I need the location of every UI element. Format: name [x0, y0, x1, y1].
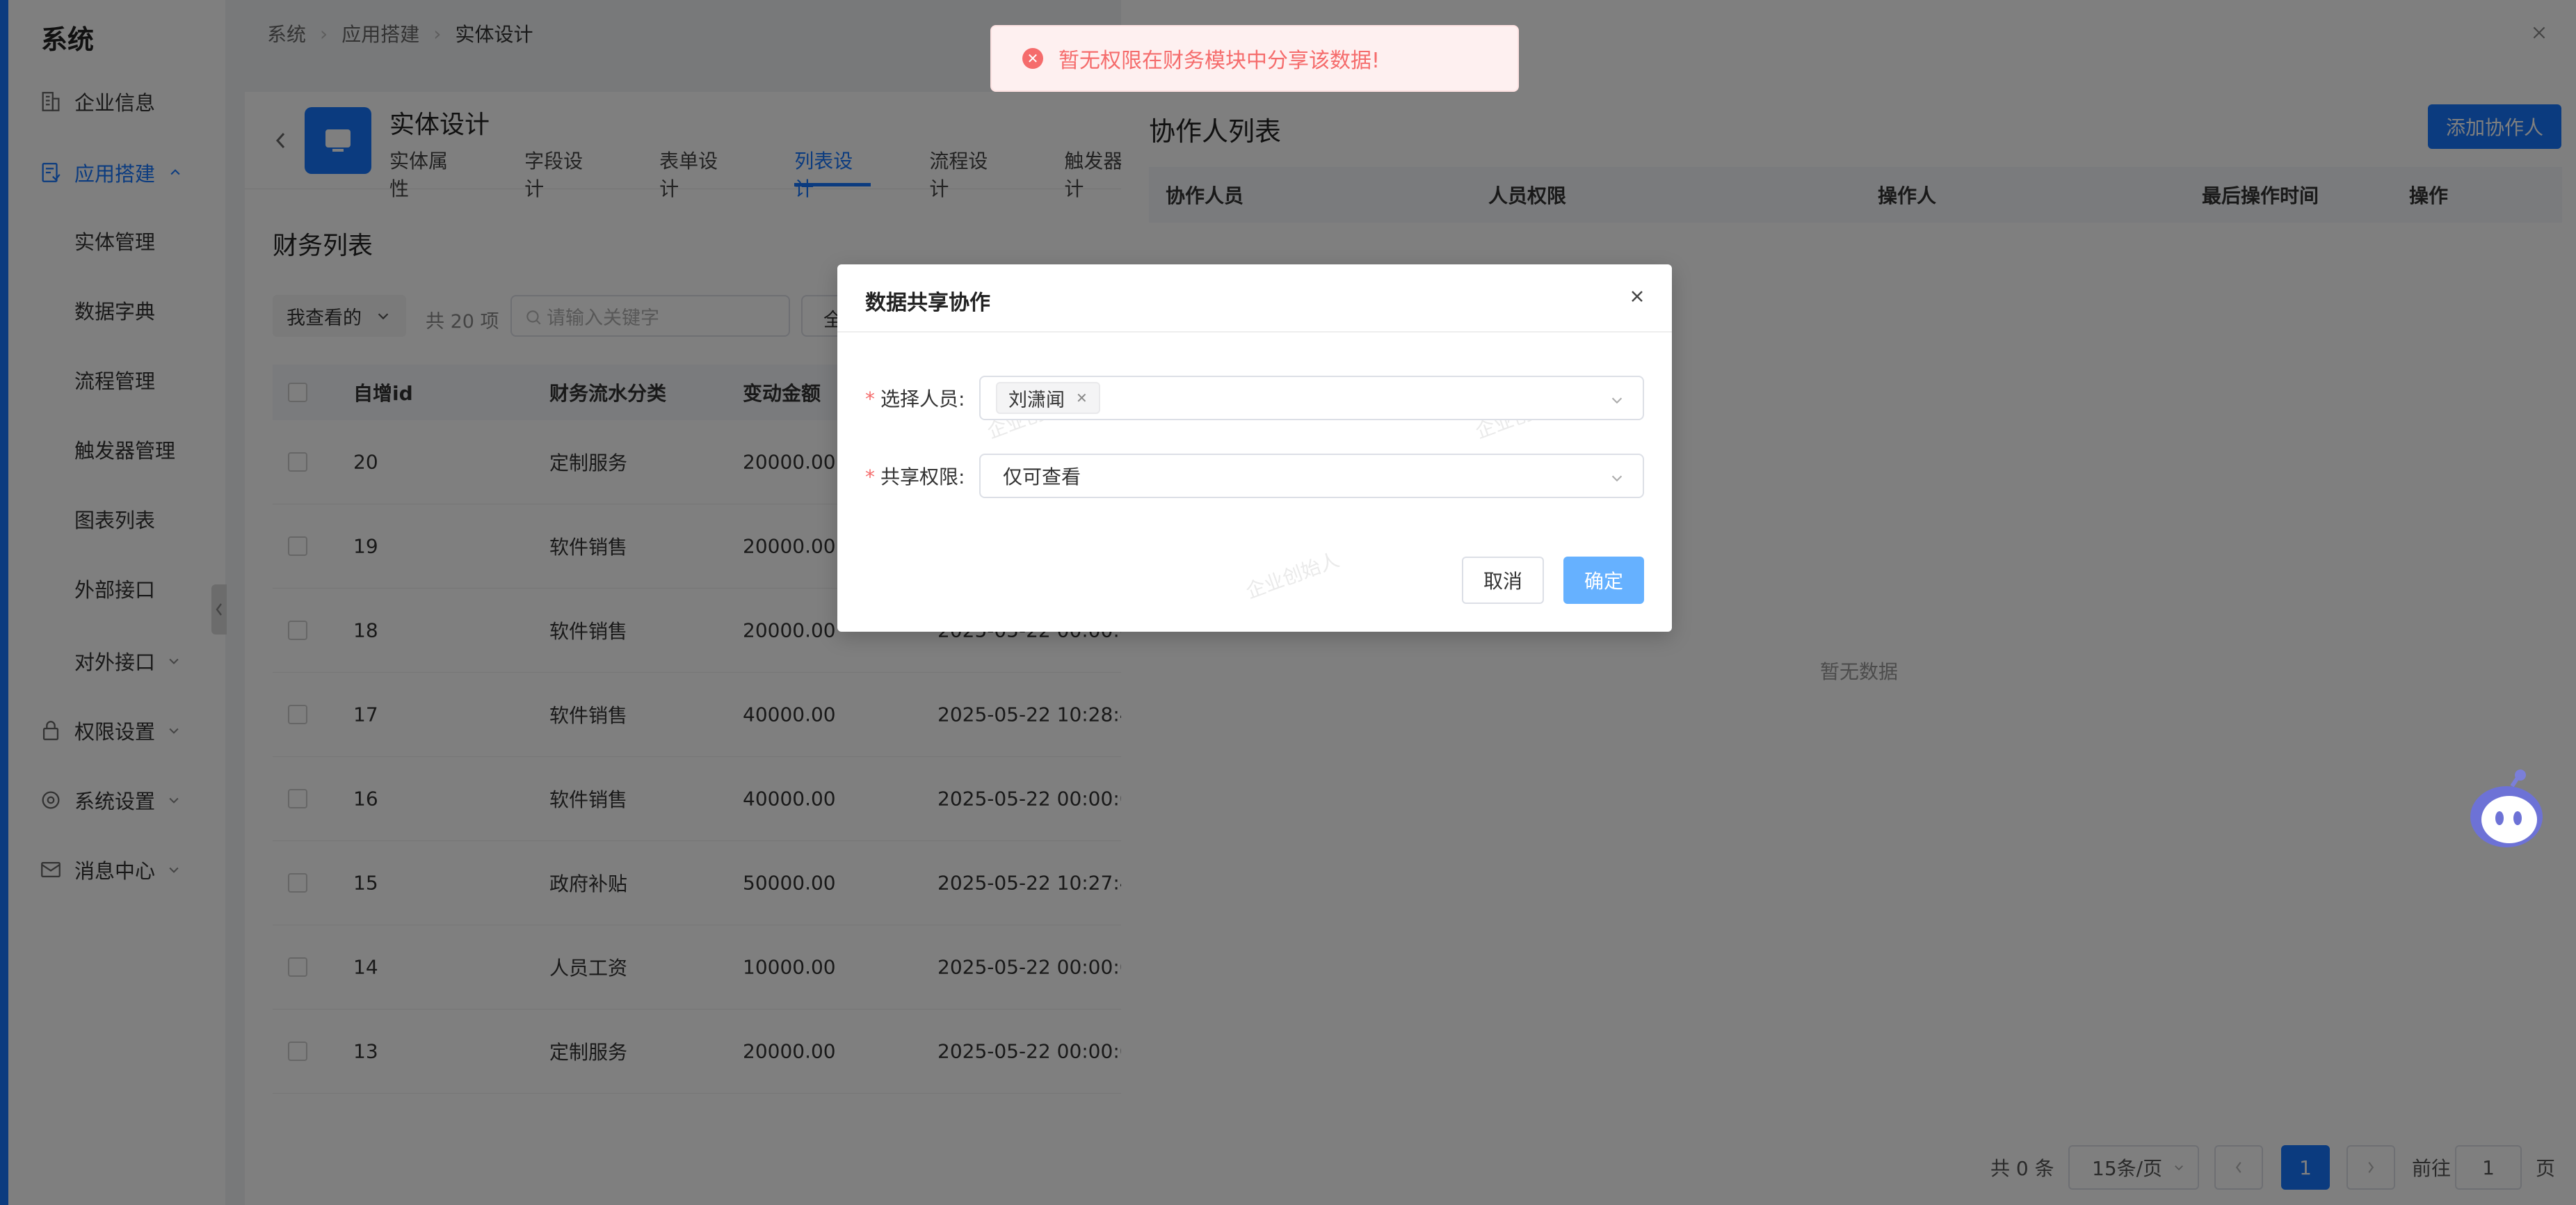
dialog-title: 数据共享协作: [865, 291, 990, 315]
assistant-robot-icon[interactable]: [2462, 764, 2551, 853]
permission-value: 仅可查看: [1003, 465, 1081, 488]
remove-tag-icon[interactable]: ✕: [1076, 390, 1088, 406]
selected-person-name: 刘潇闻: [1008, 389, 1065, 411]
permission-select[interactable]: 仅可查看: [979, 454, 1644, 498]
selected-person-tag: 刘潇闻 ✕: [996, 382, 1100, 414]
toast-message: 暂无权限在财务模块中分享该数据!: [1058, 49, 1380, 73]
error-toast: ✕ 暂无权限在财务模块中分享该数据!: [990, 25, 1519, 92]
chevron-down-icon: [1611, 397, 1623, 404]
watermark: 企业创始人: [1243, 548, 1342, 603]
person-field-label: * 选择人员:: [865, 388, 965, 410]
confirm-button[interactable]: 确定: [1563, 557, 1644, 604]
person-select[interactable]: 刘潇闻 ✕: [979, 376, 1644, 420]
chevron-down-icon: [1611, 475, 1623, 482]
close-icon[interactable]: [1629, 288, 1645, 305]
permission-field-label: * 共享权限:: [865, 465, 965, 488]
dialog-divider: [837, 331, 1672, 333]
share-dialog: 数据共享协作 企业创始人 企业创始人 企业创始人 *选择人员: 刘潇闻 ✕ *共…: [837, 264, 1672, 632]
error-icon: ✕: [1022, 48, 1043, 69]
cancel-button[interactable]: 取消: [1462, 557, 1544, 604]
